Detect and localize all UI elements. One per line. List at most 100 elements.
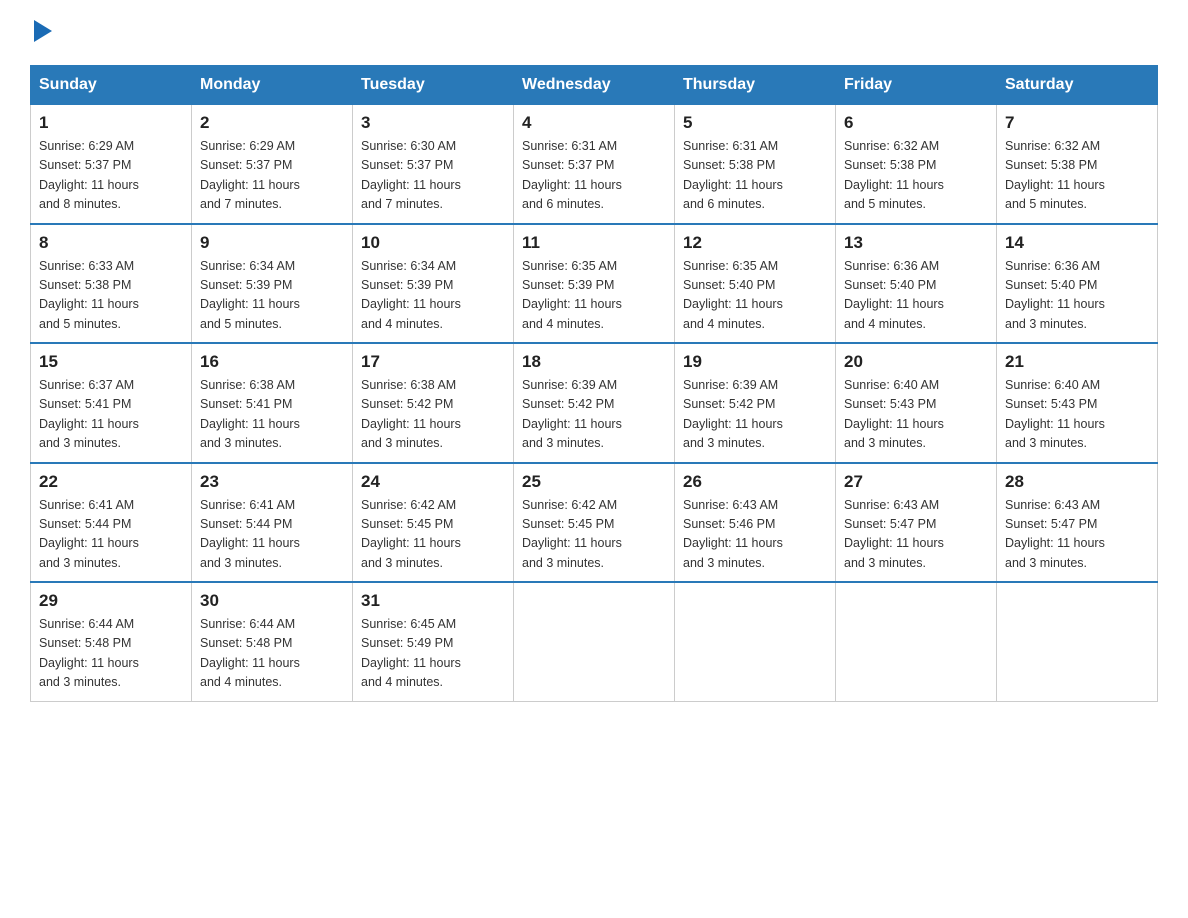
day-info: Sunrise: 6:43 AMSunset: 5:47 PMDaylight:…	[1005, 496, 1149, 574]
day-number: 2	[200, 113, 344, 133]
day-number: 23	[200, 472, 344, 492]
day-info: Sunrise: 6:40 AMSunset: 5:43 PMDaylight:…	[844, 376, 988, 454]
header-wednesday: Wednesday	[514, 66, 675, 105]
logo-triangle-icon	[34, 20, 52, 47]
day-number: 10	[361, 233, 505, 253]
day-info: Sunrise: 6:37 AMSunset: 5:41 PMDaylight:…	[39, 376, 183, 454]
day-number: 31	[361, 591, 505, 611]
calendar-cell: 20 Sunrise: 6:40 AMSunset: 5:43 PMDayligh…	[836, 343, 997, 463]
calendar-cell: 13 Sunrise: 6:36 AMSunset: 5:40 PMDayligh…	[836, 224, 997, 344]
calendar-cell: 5Sunrise: 6:31 AMSunset: 5:38 PMDaylight…	[675, 105, 836, 224]
day-number: 27	[844, 472, 988, 492]
calendar-cell: 24 Sunrise: 6:42 AMSunset: 5:45 PMDayligh…	[353, 463, 514, 583]
day-info: Sunrise: 6:29 AMSunset: 5:37 PMDaylight:…	[39, 137, 183, 215]
calendar-cell: 22 Sunrise: 6:41 AMSunset: 5:44 PMDayligh…	[31, 463, 192, 583]
day-info: Sunrise: 6:42 AMSunset: 5:45 PMDaylight:…	[522, 496, 666, 574]
header-sunday: Sunday	[31, 66, 192, 105]
day-number: 29	[39, 591, 183, 611]
calendar-cell	[836, 582, 997, 701]
calendar-cell: 31 Sunrise: 6:45 AMSunset: 5:49 PMDayligh…	[353, 582, 514, 701]
logo	[30, 20, 52, 47]
day-info: Sunrise: 6:32 AMSunset: 5:38 PMDaylight:…	[844, 137, 988, 215]
week-row-4: 22 Sunrise: 6:41 AMSunset: 5:44 PMDayligh…	[31, 463, 1158, 583]
day-info: Sunrise: 6:40 AMSunset: 5:43 PMDaylight:…	[1005, 376, 1149, 454]
calendar-cell: 10 Sunrise: 6:34 AMSunset: 5:39 PMDayligh…	[353, 224, 514, 344]
day-number: 21	[1005, 352, 1149, 372]
day-info: Sunrise: 6:38 AMSunset: 5:41 PMDaylight:…	[200, 376, 344, 454]
calendar-cell: 8Sunrise: 6:33 AMSunset: 5:38 PMDaylight…	[31, 224, 192, 344]
calendar-cell: 29 Sunrise: 6:44 AMSunset: 5:48 PMDayligh…	[31, 582, 192, 701]
calendar-cell: 4Sunrise: 6:31 AMSunset: 5:37 PMDaylight…	[514, 105, 675, 224]
day-number: 8	[39, 233, 183, 253]
calendar-cell: 15 Sunrise: 6:37 AMSunset: 5:41 PMDayligh…	[31, 343, 192, 463]
header-row: SundayMondayTuesdayWednesdayThursdayFrid…	[31, 66, 1158, 105]
page-header	[30, 20, 1158, 47]
calendar-cell: 26 Sunrise: 6:43 AMSunset: 5:46 PMDayligh…	[675, 463, 836, 583]
day-number: 3	[361, 113, 505, 133]
calendar-cell: 19 Sunrise: 6:39 AMSunset: 5:42 PMDayligh…	[675, 343, 836, 463]
day-number: 22	[39, 472, 183, 492]
day-number: 16	[200, 352, 344, 372]
day-number: 11	[522, 233, 666, 253]
day-info: Sunrise: 6:44 AMSunset: 5:48 PMDaylight:…	[200, 615, 344, 693]
day-info: Sunrise: 6:35 AMSunset: 5:39 PMDaylight:…	[522, 257, 666, 335]
day-number: 6	[844, 113, 988, 133]
calendar-cell: 18Sunrise: 6:39 AMSunset: 5:42 PMDayligh…	[514, 343, 675, 463]
day-number: 30	[200, 591, 344, 611]
day-number: 9	[200, 233, 344, 253]
header-tuesday: Tuesday	[353, 66, 514, 105]
day-info: Sunrise: 6:43 AMSunset: 5:47 PMDaylight:…	[844, 496, 988, 574]
day-number: 1	[39, 113, 183, 133]
calendar-cell: 23 Sunrise: 6:41 AMSunset: 5:44 PMDayligh…	[192, 463, 353, 583]
calendar-cell: 12 Sunrise: 6:35 AMSunset: 5:40 PMDayligh…	[675, 224, 836, 344]
day-number: 19	[683, 352, 827, 372]
day-number: 14	[1005, 233, 1149, 253]
day-info: Sunrise: 6:39 AMSunset: 5:42 PMDaylight:…	[522, 376, 666, 454]
week-row-1: 1 Sunrise: 6:29 AMSunset: 5:37 PMDaylight…	[31, 105, 1158, 224]
day-number: 13	[844, 233, 988, 253]
calendar-cell: 7Sunrise: 6:32 AMSunset: 5:38 PMDaylight…	[997, 105, 1158, 224]
calendar-cell	[997, 582, 1158, 701]
day-number: 28	[1005, 472, 1149, 492]
week-row-5: 29 Sunrise: 6:44 AMSunset: 5:48 PMDayligh…	[31, 582, 1158, 701]
day-info: Sunrise: 6:39 AMSunset: 5:42 PMDaylight:…	[683, 376, 827, 454]
calendar-cell: 2 Sunrise: 6:29 AMSunset: 5:37 PMDaylight…	[192, 105, 353, 224]
day-info: Sunrise: 6:42 AMSunset: 5:45 PMDaylight:…	[361, 496, 505, 574]
calendar-cell: 14 Sunrise: 6:36 AMSunset: 5:40 PMDayligh…	[997, 224, 1158, 344]
calendar-cell: 25Sunrise: 6:42 AMSunset: 5:45 PMDayligh…	[514, 463, 675, 583]
week-row-2: 8Sunrise: 6:33 AMSunset: 5:38 PMDaylight…	[31, 224, 1158, 344]
day-number: 15	[39, 352, 183, 372]
day-number: 20	[844, 352, 988, 372]
header-friday: Friday	[836, 66, 997, 105]
day-info: Sunrise: 6:45 AMSunset: 5:49 PMDaylight:…	[361, 615, 505, 693]
calendar-cell: 17Sunrise: 6:38 AMSunset: 5:42 PMDayligh…	[353, 343, 514, 463]
day-number: 26	[683, 472, 827, 492]
calendar-header: SundayMondayTuesdayWednesdayThursdayFrid…	[31, 66, 1158, 105]
day-info: Sunrise: 6:35 AMSunset: 5:40 PMDaylight:…	[683, 257, 827, 335]
day-info: Sunrise: 6:38 AMSunset: 5:42 PMDaylight:…	[361, 376, 505, 454]
calendar-cell: 9Sunrise: 6:34 AMSunset: 5:39 PMDaylight…	[192, 224, 353, 344]
day-info: Sunrise: 6:41 AMSunset: 5:44 PMDaylight:…	[39, 496, 183, 574]
day-info: Sunrise: 6:30 AMSunset: 5:37 PMDaylight:…	[361, 137, 505, 215]
calendar-cell: 1 Sunrise: 6:29 AMSunset: 5:37 PMDaylight…	[31, 105, 192, 224]
day-info: Sunrise: 6:34 AMSunset: 5:39 PMDaylight:…	[361, 257, 505, 335]
day-number: 4	[522, 113, 666, 133]
day-number: 24	[361, 472, 505, 492]
day-info: Sunrise: 6:41 AMSunset: 5:44 PMDaylight:…	[200, 496, 344, 574]
calendar-cell	[675, 582, 836, 701]
day-info: Sunrise: 6:36 AMSunset: 5:40 PMDaylight:…	[1005, 257, 1149, 335]
day-info: Sunrise: 6:29 AMSunset: 5:37 PMDaylight:…	[200, 137, 344, 215]
day-info: Sunrise: 6:44 AMSunset: 5:48 PMDaylight:…	[39, 615, 183, 693]
day-info: Sunrise: 6:36 AMSunset: 5:40 PMDaylight:…	[844, 257, 988, 335]
header-thursday: Thursday	[675, 66, 836, 105]
day-number: 12	[683, 233, 827, 253]
calendar-cell: 6 Sunrise: 6:32 AMSunset: 5:38 PMDaylight…	[836, 105, 997, 224]
calendar-cell: 27 Sunrise: 6:43 AMSunset: 5:47 PMDayligh…	[836, 463, 997, 583]
calendar-table: SundayMondayTuesdayWednesdayThursdayFrid…	[30, 65, 1158, 702]
calendar-cell: 30 Sunrise: 6:44 AMSunset: 5:48 PMDayligh…	[192, 582, 353, 701]
calendar-cell: 3 Sunrise: 6:30 AMSunset: 5:37 PMDaylight…	[353, 105, 514, 224]
day-info: Sunrise: 6:43 AMSunset: 5:46 PMDaylight:…	[683, 496, 827, 574]
header-saturday: Saturday	[997, 66, 1158, 105]
calendar-cell: 21 Sunrise: 6:40 AMSunset: 5:43 PMDayligh…	[997, 343, 1158, 463]
day-number: 5	[683, 113, 827, 133]
